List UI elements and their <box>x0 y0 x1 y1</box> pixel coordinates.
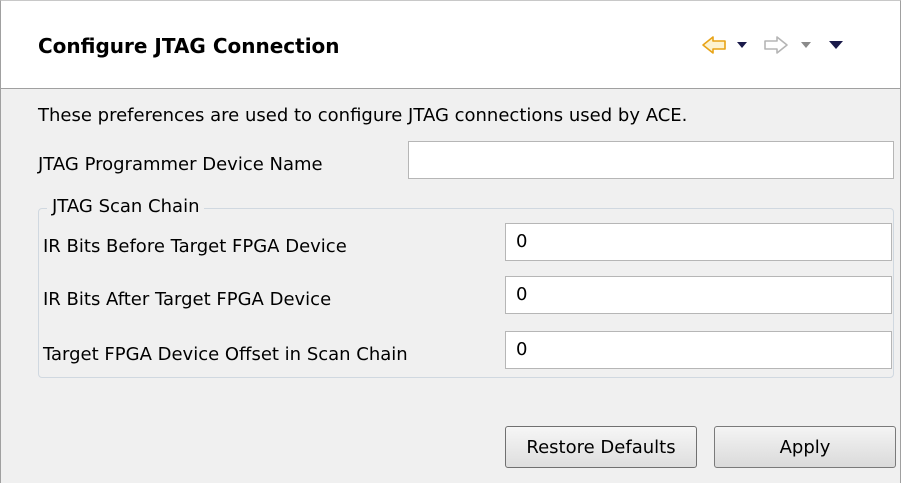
ir-bits-before-label: IR Bits Before Target FPGA Device <box>43 236 347 257</box>
ir-bits-before-field[interactable]: 0 <box>505 223 892 261</box>
back-arrow-icon[interactable] <box>699 31 729 59</box>
view-menu-icon[interactable] <box>825 31 847 59</box>
forward-arrow-icon[interactable] <box>761 31 791 59</box>
chevron-down-icon[interactable] <box>797 31 815 59</box>
chevron-down-icon[interactable] <box>733 31 751 59</box>
restore-defaults-button[interactable]: Restore Defaults <box>505 426 697 468</box>
device-offset-label: Target FPGA Device Offset in Scan Chain <box>43 344 408 365</box>
page-title: Configure JTAG Connection <box>38 34 340 58</box>
device-offset-field[interactable]: 0 <box>505 331 892 369</box>
ir-bits-after-field[interactable]: 0 <box>505 276 892 314</box>
scan-chain-legend: JTAG Scan Chain <box>47 196 205 217</box>
apply-button[interactable]: Apply <box>714 426 896 468</box>
programmer-device-name-label: JTAG Programmer Device Name <box>38 154 323 175</box>
preference-page: Configure JTAG Connection These preferen… <box>0 0 901 483</box>
page-description: These preferences are used to configure … <box>38 105 688 126</box>
page-header: Configure JTAG Connection <box>1 1 900 89</box>
programmer-device-name-field[interactable] <box>408 141 894 179</box>
ir-bits-after-label: IR Bits After Target FPGA Device <box>43 289 332 310</box>
